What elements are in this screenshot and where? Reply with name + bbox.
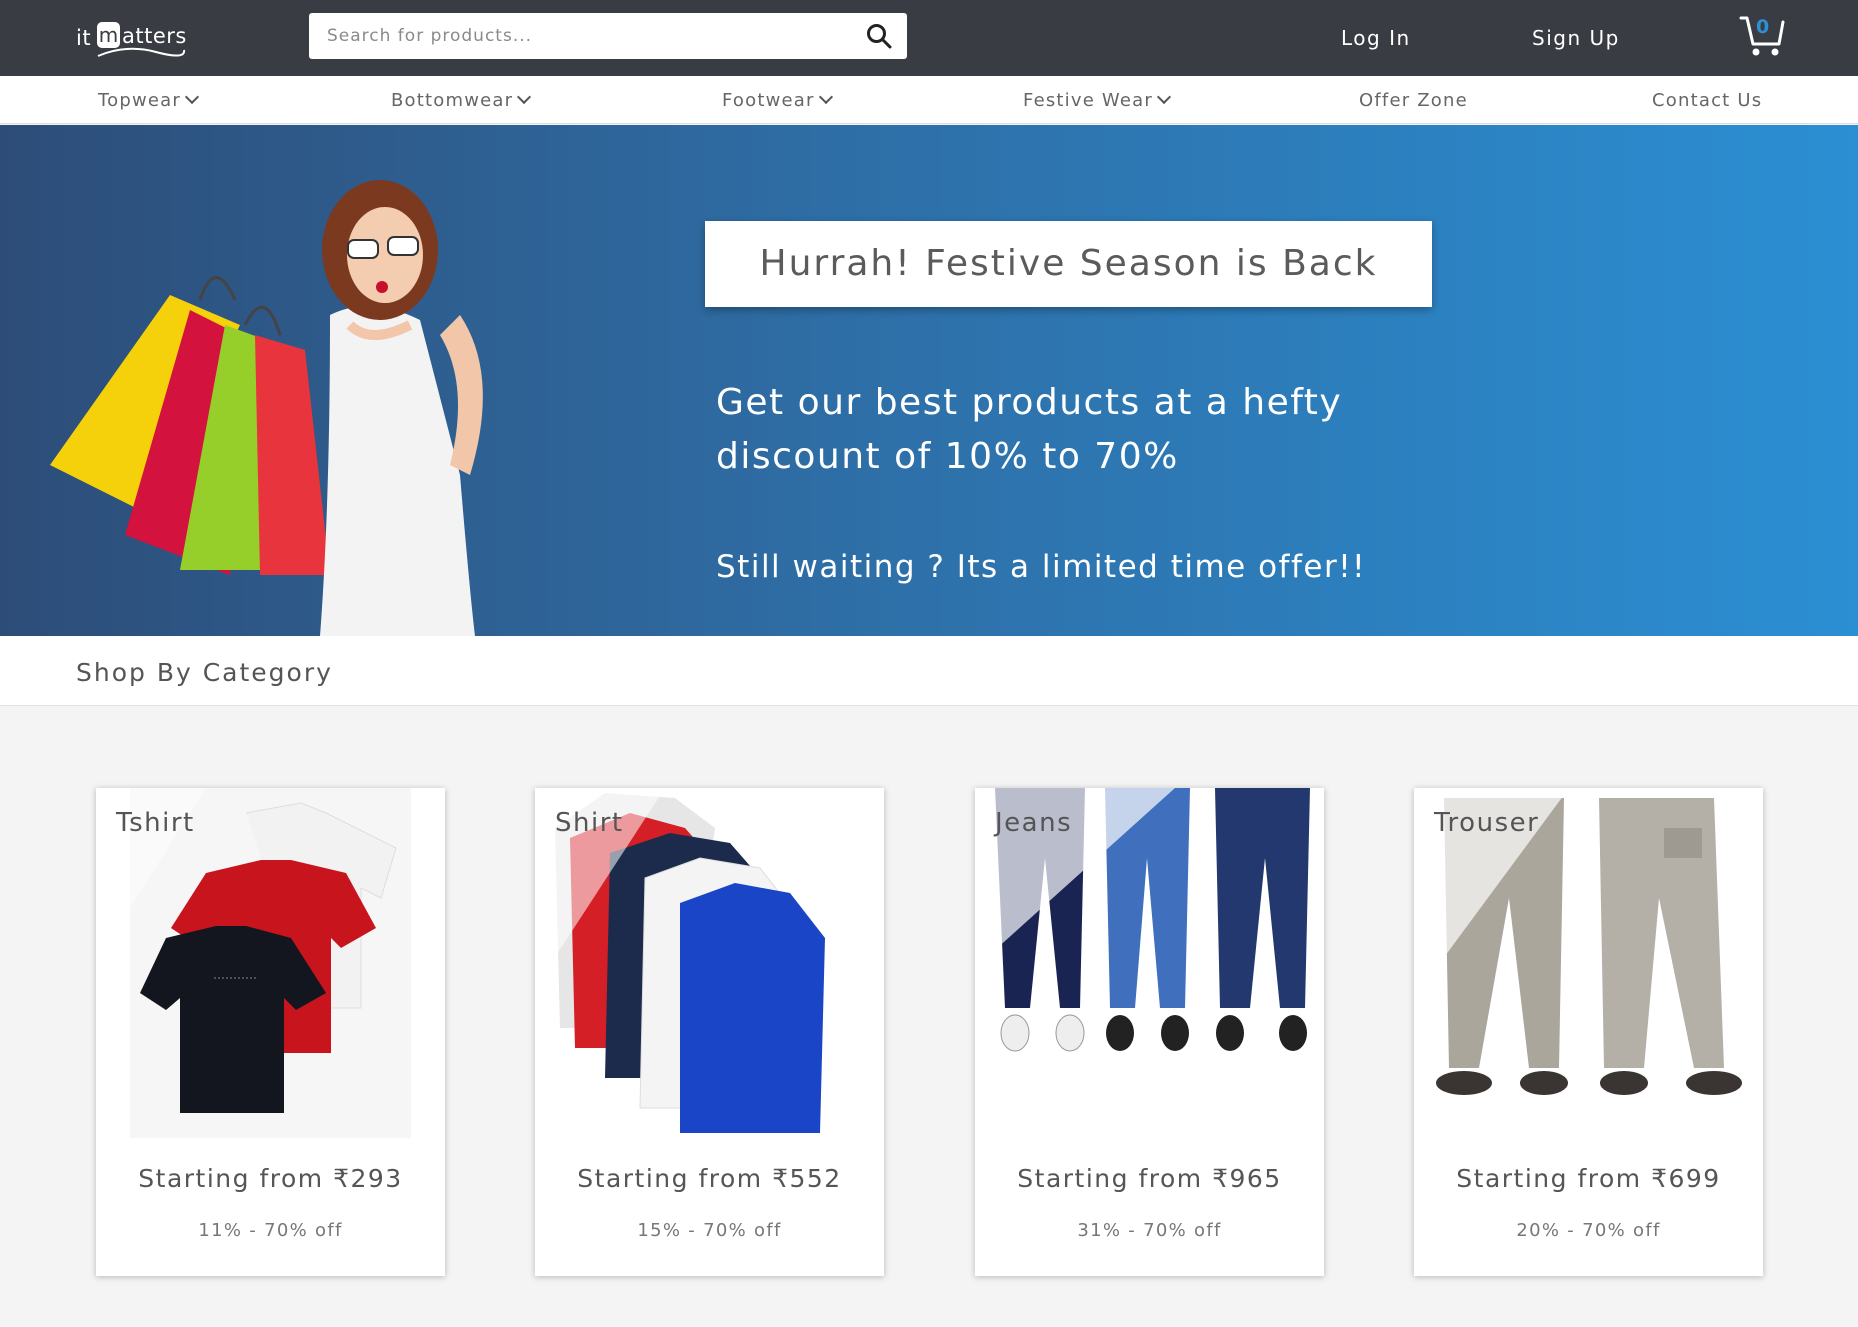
category-name: Tshirt [116, 808, 195, 838]
chevron-down-icon [818, 89, 833, 105]
nav-item-label: Festive Wear [1023, 90, 1153, 111]
category-name: Shirt [555, 808, 624, 838]
category-card-jeans[interactable]: Jeans Starting from ₹965 31% - 70% off [975, 788, 1324, 1276]
site-logo[interactable]: it m atters [74, 20, 194, 60]
top-header: it m atters Log In Sign Up 0 [0, 0, 1858, 76]
hero-shopping-woman-image [50, 180, 483, 636]
section-title: Shop By Category [76, 658, 333, 687]
hero-title: Hurrah! Festive Season is Back [759, 243, 1378, 284]
category-discount: 20% - 70% off [1516, 1220, 1661, 1241]
signup-link[interactable]: Sign Up [1532, 26, 1620, 50]
category-discount: 31% - 70% off [1077, 1220, 1222, 1241]
shirt-image [535, 788, 884, 1138]
login-link[interactable]: Log In [1341, 26, 1411, 50]
nav-item-label: Contact Us [1652, 90, 1763, 111]
hero-title-box: Hurrah! Festive Season is Back [705, 221, 1432, 307]
section-header: Shop By Category [0, 636, 1858, 706]
nav-item-contact-us[interactable]: Contact Us [1652, 90, 1762, 111]
category-name: Trouser [1434, 808, 1540, 838]
category-price: Starting from ₹699 [1456, 1164, 1721, 1193]
nav-item-footwear[interactable]: Footwear [722, 89, 833, 111]
chevron-down-icon [1156, 89, 1172, 105]
hero-tagline-line-2: discount of 10% to 70% [716, 436, 1179, 477]
chevron-down-icon [517, 89, 532, 105]
category-price: Starting from ₹293 [138, 1164, 403, 1193]
hero-offer-text: Still waiting ? Its a limited time offer… [716, 549, 1367, 585]
nav-item-label: Offer Zone [1359, 90, 1468, 111]
nav-item-offer-zone[interactable]: Offer Zone [1359, 90, 1468, 111]
category-price: Starting from ₹965 [1017, 1164, 1282, 1193]
nav-item-festive-wear[interactable]: Festive Wear [1023, 89, 1172, 111]
category-discount: 11% - 70% off [198, 1220, 343, 1241]
logo-text-m: m [97, 22, 120, 48]
cart-count-badge: 0 [1756, 16, 1770, 38]
category-card-tshirt[interactable]: Tshirt Starting from ₹293 11% - 70% off [96, 788, 445, 1276]
nav-item-label: Bottomwear [391, 90, 514, 111]
category-discount: 15% - 70% off [637, 1220, 782, 1241]
search-input[interactable] [309, 13, 849, 59]
nav-item-label: Footwear [722, 90, 815, 111]
logo-text-rest: atters [122, 24, 187, 48]
chevron-down-icon [184, 89, 200, 105]
category-nav: Topwear Bottomwear Footwear Festive Wear… [0, 76, 1858, 124]
nav-item-topwear[interactable]: Topwear [98, 89, 200, 111]
category-name: Jeans [995, 808, 1073, 838]
trouser-image [1414, 788, 1763, 1138]
jeans-image [975, 788, 1324, 1138]
search-bar [309, 13, 907, 59]
tshirt-image [96, 788, 445, 1138]
logo-text-it: it [76, 26, 92, 50]
hero-banner: Hurrah! Festive Season is Back Get our b… [0, 125, 1858, 636]
category-card-shirt[interactable]: Shirt Starting from ₹552 15% - 70% off [535, 788, 884, 1276]
nav-item-label: Topwear [98, 90, 182, 111]
nav-item-bottomwear[interactable]: Bottomwear [391, 89, 532, 111]
category-price: Starting from ₹552 [577, 1164, 842, 1193]
logo-swoosh-icon [97, 47, 186, 57]
category-card-trouser[interactable]: Trouser Starting from ₹699 20% - 70% off [1414, 788, 1763, 1276]
search-icon[interactable] [865, 22, 893, 50]
hero-tagline-line-1: Get our best products at a hefty [716, 382, 1343, 423]
